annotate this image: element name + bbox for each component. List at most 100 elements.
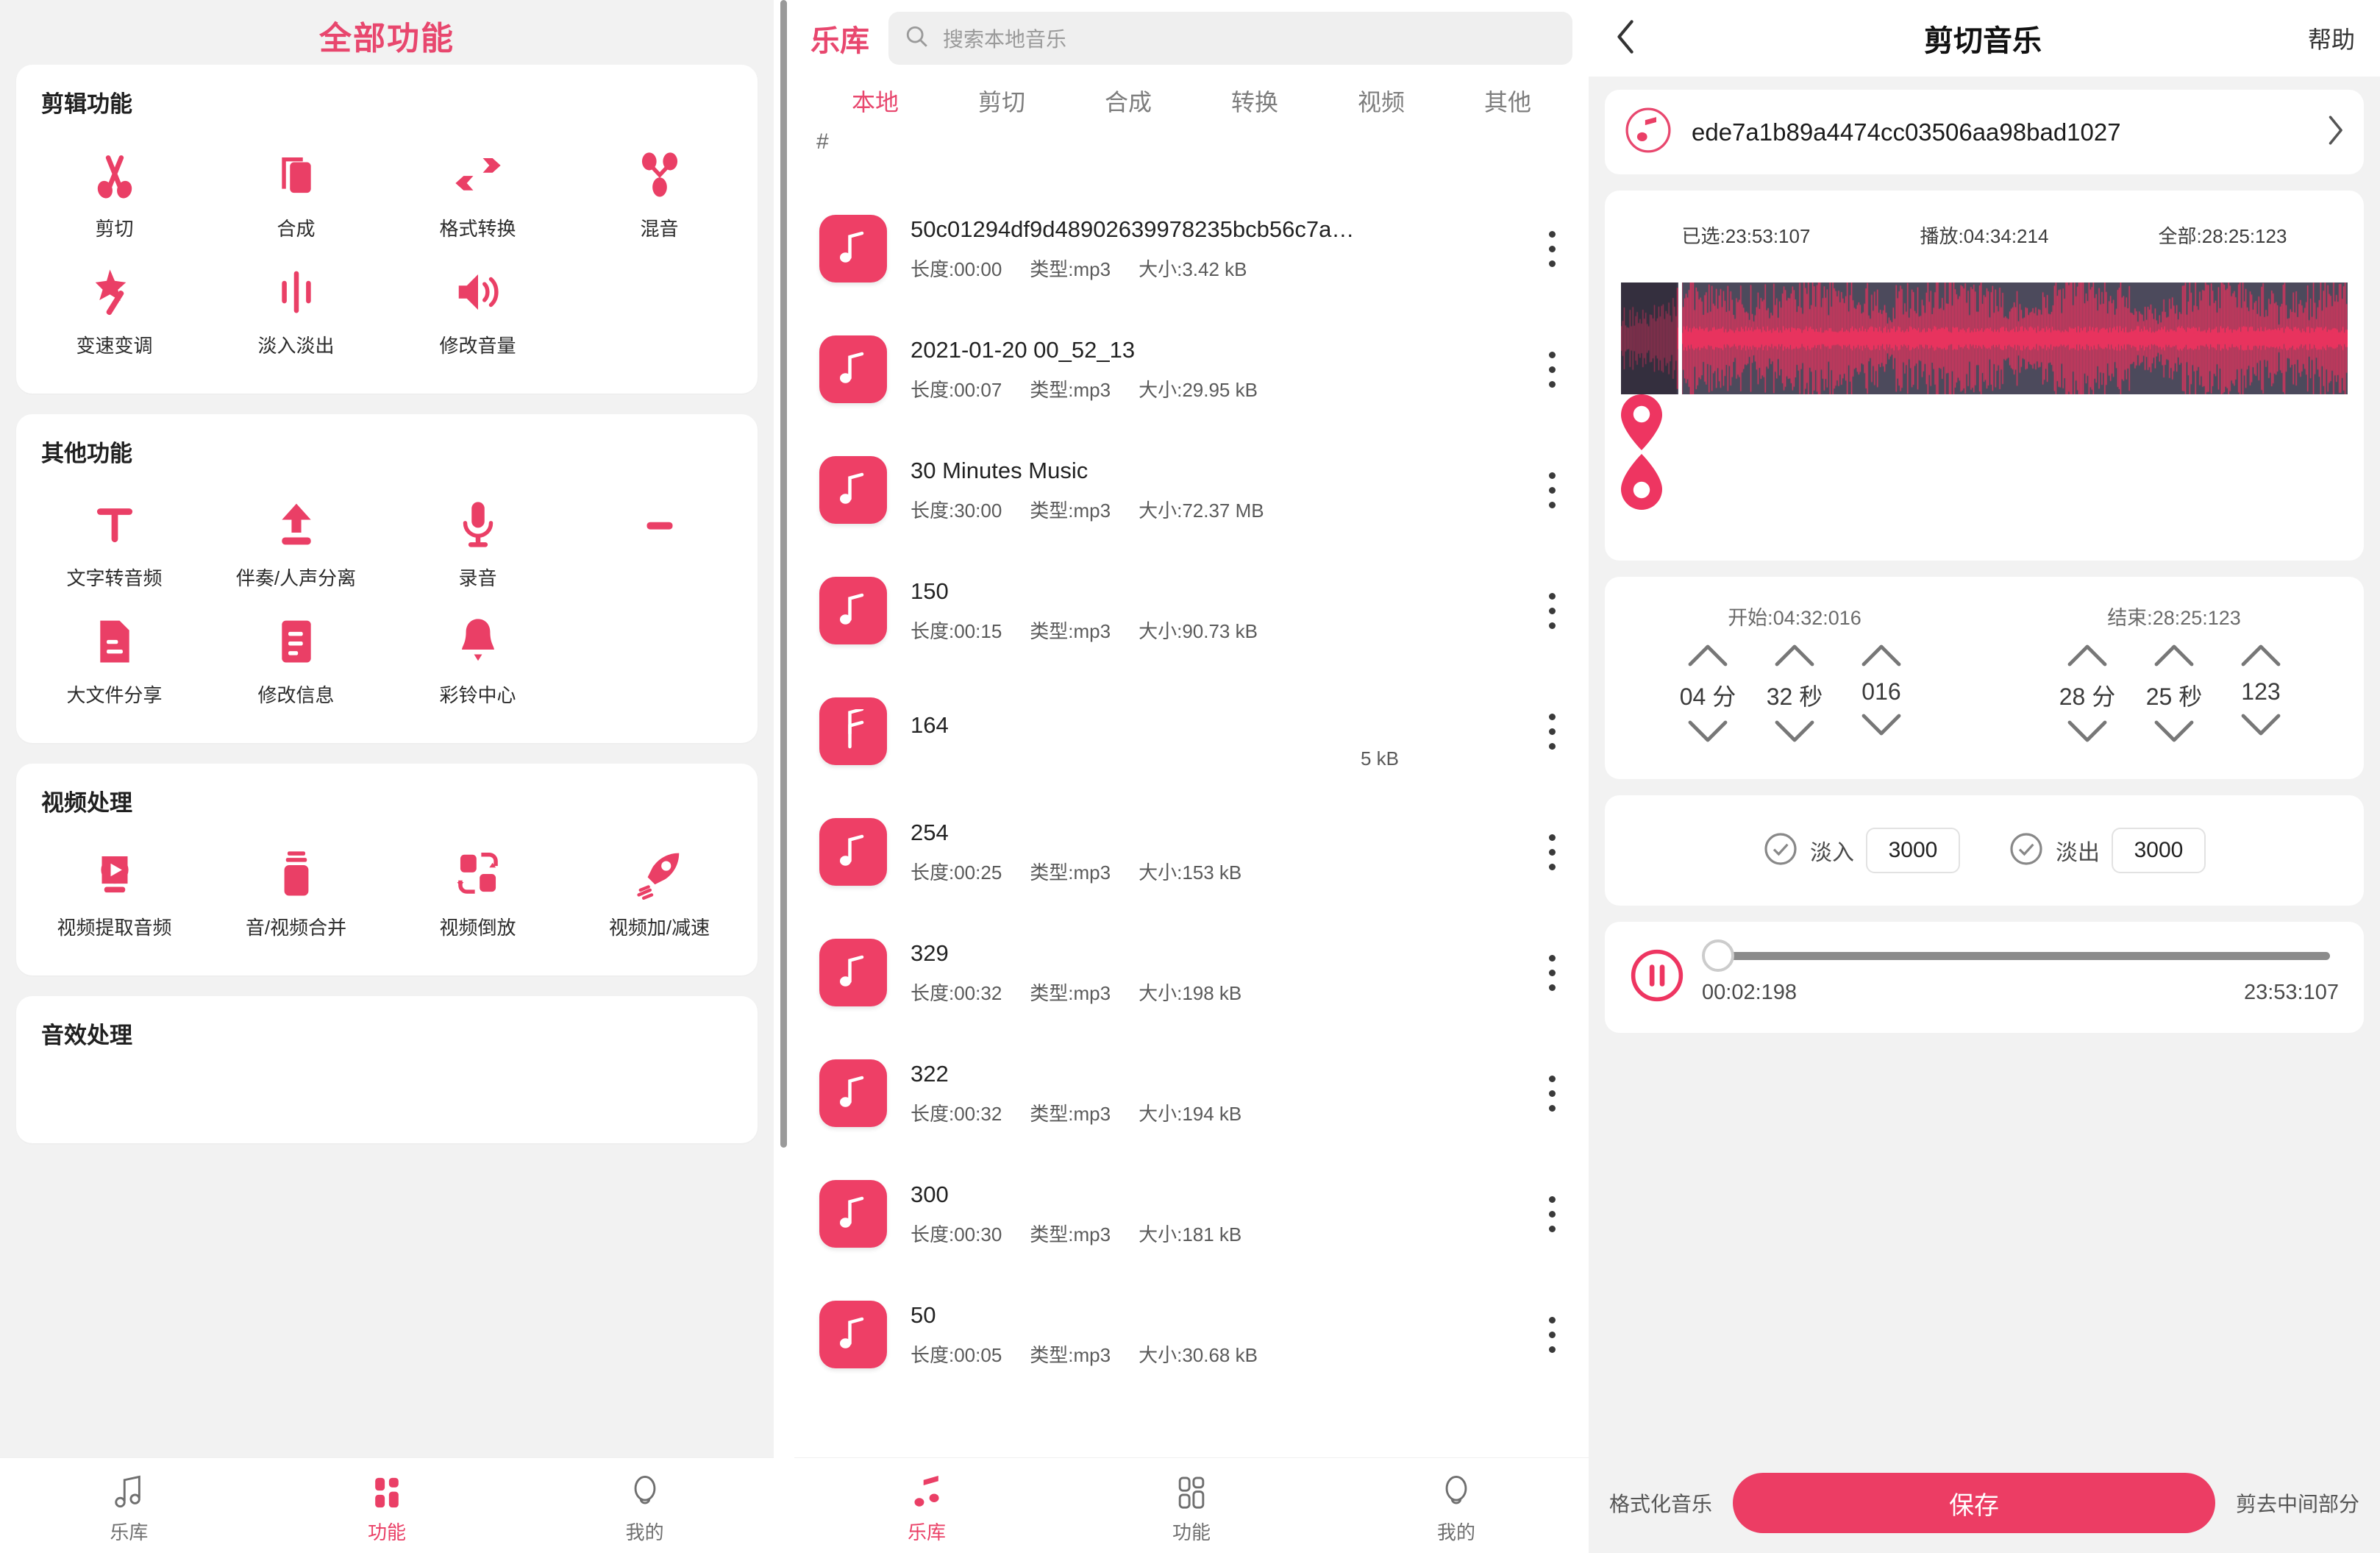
progress-group[interactable]: 00:02:198 23:53:107 [1702,939,2339,1005]
tab-merge[interactable]: 合成 [1065,84,1191,118]
chevron-up-icon[interactable] [1848,642,1915,671]
waveform-area[interactable] [1605,282,2364,561]
pause-button[interactable] [1630,948,1684,1006]
fade-out-input[interactable]: 3000 [2112,828,2206,873]
table-row[interactable]: 30 Minutes Music 长度:30:00 类型:mp3 大小:72.3… [794,430,1589,550]
more-options-icon[interactable] [1534,351,1570,388]
table-row[interactable]: 164 5 kB [794,671,1589,792]
more-options-icon[interactable] [1534,592,1570,629]
more-options-icon[interactable] [1534,954,1570,991]
scrollbar-thumb[interactable] [780,0,787,1148]
music-list[interactable]: 50c01294df9d48902639978235bcb56c7a… 长度:0… [794,188,1589,1457]
function-item-fade[interactable]: 淡入淡出 [205,252,387,369]
end-second-stepper[interactable]: 25 秒 [2140,642,2208,748]
end-marker-pin[interactable] [1621,394,2348,454]
start-marker-pin[interactable] [1621,454,2348,513]
end-minute-value: 28 [2059,683,2086,710]
save-button[interactable]: 保存 [1733,1473,2215,1533]
tab-library[interactable]: 乐库 [0,1466,258,1545]
chevron-down-icon[interactable] [2227,713,2295,742]
tab-functions[interactable]: 功能 [1059,1466,1324,1545]
function-item-video-reverse[interactable]: 视频倒放 [387,834,569,950]
function-item-video-speed[interactable]: 视频加/减速 [569,834,750,950]
functions-scroll-area[interactable]: 剪辑功能 剪切 合成 格式转换 混音 变速变调 淡入淡出 修改音量 其他功能 文… [0,65,774,1457]
tab-library[interactable]: 乐库 [794,1466,1059,1545]
back-button[interactable] [1614,19,1658,58]
tab-convert[interactable]: 转换 [1191,84,1318,118]
table-row[interactable]: 2021-01-20 00_52_13 长度:00:07 类型:mp3 大小:2… [794,309,1589,430]
chevron-left-icon [1614,19,1637,57]
function-item-bigfile-share[interactable]: 大文件分享 [24,601,205,718]
function-item-merge[interactable]: 合成 [205,135,387,252]
table-row[interactable]: 50c01294df9d48902639978235bcb56c7a… 长度:0… [794,188,1589,309]
progress-knob[interactable] [1702,939,1734,972]
tab-mine[interactable]: 我的 [516,1466,774,1545]
selected-file-card[interactable]: ede7a1b89a4474cc03506aa98bad1027 [1605,90,2364,174]
more-options-icon[interactable] [1534,472,1570,508]
chevron-up-icon[interactable] [1674,642,1742,671]
search-input[interactable]: 搜索本地音乐 [888,12,1572,65]
waveform-canvas[interactable] [1621,282,2348,394]
more-options-icon[interactable] [1534,713,1570,750]
function-item-vocal-separate[interactable]: 伴奏/人声分离 [205,484,387,601]
function-item-text-to-audio[interactable]: 文字转音频 [24,484,205,601]
playhead-cursor[interactable] [1678,282,1682,394]
check-circle-icon[interactable] [2009,831,2044,870]
end-minute-stepper[interactable]: 28 分 [2053,642,2121,748]
end-millisecond-stepper[interactable]: 123 [2227,642,2295,748]
function-item-placeholder[interactable] [569,484,750,601]
check-circle-icon[interactable] [1763,831,1798,870]
cut-middle-button[interactable]: 剪去中间部分 [2236,1488,2359,1518]
function-item-speed-pitch[interactable]: 变速变调 [24,252,205,369]
tab-mine[interactable]: 我的 [1324,1466,1589,1545]
function-item-extract-audio[interactable]: 视频提取音频 [24,834,205,950]
chevron-down-icon[interactable] [1674,719,1742,748]
start-second-stepper[interactable]: 32 秒 [1761,642,1828,748]
more-options-icon[interactable] [1534,230,1570,267]
format-music-button[interactable]: 格式化音乐 [1609,1488,1712,1518]
chevron-up-icon[interactable] [1761,642,1828,671]
panel-scrollbar[interactable] [774,0,794,1553]
table-row[interactable]: 150 长度:00:15 类型:mp3 大小:90.73 kB [794,550,1589,671]
fade-out-group[interactable]: 淡出 3000 [2009,828,2206,873]
help-button[interactable]: 帮助 [2308,21,2355,55]
fade-in-group[interactable]: 淡入 3000 [1763,828,1960,873]
function-item-convert[interactable]: 格式转换 [387,135,569,252]
track-length: 长度:00:00 [911,257,1002,280]
table-row[interactable]: 322 长度:00:32 类型:mp3 大小:194 kB [794,1033,1589,1154]
tab-cut[interactable]: 剪切 [938,84,1065,118]
tab-video[interactable]: 视频 [1318,84,1444,118]
function-item-av-merge[interactable]: 音/视频合并 [205,834,387,950]
function-item-cut[interactable]: 剪切 [24,135,205,252]
start-minute-stepper[interactable]: 04 分 [1674,642,1742,748]
function-item-edit-info[interactable]: 修改信息 [205,601,387,718]
function-item-record[interactable]: 录音 [387,484,569,601]
start-millisecond-stepper[interactable]: 016 [1848,642,1915,748]
table-row[interactable]: 329 长度:00:32 类型:mp3 大小:198 kB [794,912,1589,1033]
progress-track[interactable] [1712,951,2330,960]
chevron-down-icon[interactable] [2053,719,2121,748]
tab-other[interactable]: 其他 [1444,84,1571,118]
more-options-icon[interactable] [1534,1316,1570,1353]
tab-local[interactable]: 本地 [812,84,938,118]
chevron-down-icon[interactable] [1761,719,1828,748]
more-options-icon[interactable] [1534,834,1570,870]
more-options-icon[interactable] [1534,1075,1570,1112]
more-options-icon[interactable] [1534,1195,1570,1232]
chevron-up-icon[interactable] [2227,642,2295,671]
function-item-ringtone[interactable]: 彩铃中心 [387,601,569,718]
table-row[interactable]: 300 长度:00:30 类型:mp3 大小:181 kB [794,1154,1589,1274]
progress-slider[interactable] [1702,939,2339,972]
function-item-mix[interactable]: 混音 [569,135,750,252]
function-label: 文字转音频 [66,567,163,589]
chevron-down-icon[interactable] [2140,719,2208,748]
tab-functions[interactable]: 功能 [258,1466,516,1545]
table-row[interactable]: 50 长度:00:05 类型:mp3 大小:30.68 kB [794,1274,1589,1395]
function-item-volume[interactable]: 修改音量 [387,252,569,369]
chevron-down-icon[interactable] [1848,713,1915,742]
chevron-right-icon[interactable] [2326,115,2345,149]
chevron-up-icon[interactable] [2053,642,2121,671]
fade-in-input[interactable]: 3000 [1866,828,1960,873]
chevron-up-icon[interactable] [2140,642,2208,671]
table-row[interactable]: 254 长度:00:25 类型:mp3 大小:153 kB [794,792,1589,912]
